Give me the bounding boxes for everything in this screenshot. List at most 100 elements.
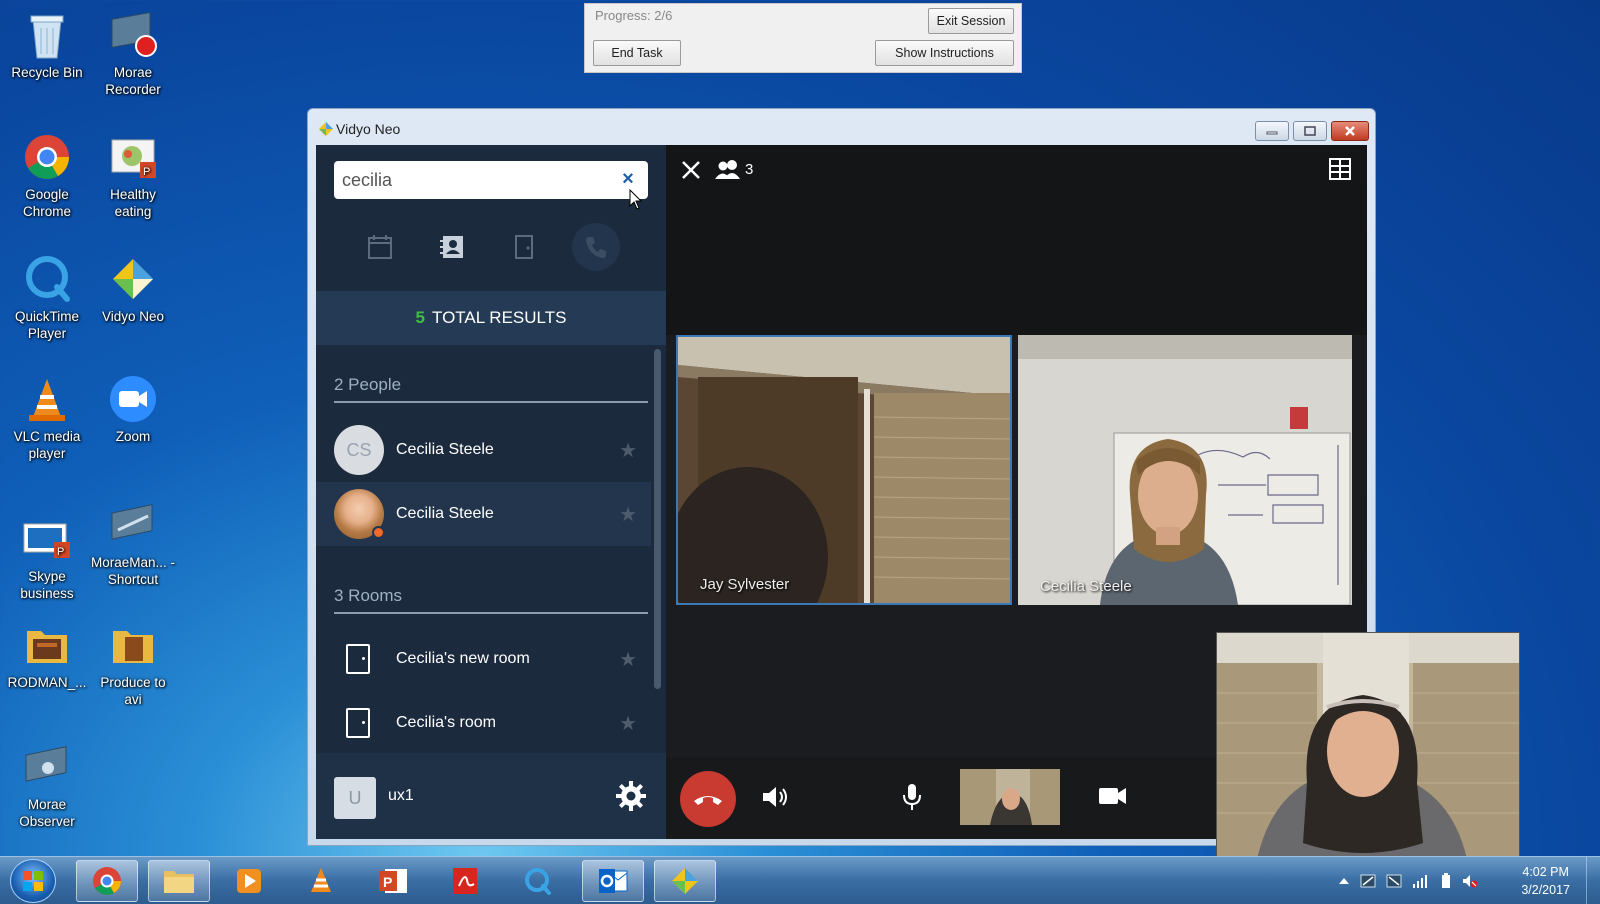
taskbar-outlook[interactable] <box>582 860 644 902</box>
self-preview-thumbnail[interactable] <box>960 769 1060 825</box>
desktop-icon-moraeman-shortcut[interactable]: MoraeMan... - Shortcut <box>90 500 176 588</box>
vidyo-neo-icon <box>672 868 698 894</box>
sidebar-scrollbar[interactable] <box>654 349 661 689</box>
tab-calls[interactable] <box>572 223 620 271</box>
maximize-button[interactable] <box>1293 121 1327 141</box>
power-icon[interactable] <box>1438 873 1454 889</box>
call-top-bar: 3 <box>666 145 1367 335</box>
tray-expand-icon[interactable] <box>1336 873 1352 889</box>
desktop-icon-label: Healthy eating <box>110 187 156 219</box>
list-item[interactable]: CS Cecilia Steele ★ <box>316 418 651 482</box>
windows-logo-icon <box>23 871 43 891</box>
taskbar-powerpoint[interactable]: P <box>362 860 424 902</box>
favorite-star-icon[interactable]: ★ <box>619 502 637 527</box>
taskbar-quicktime[interactable] <box>506 860 568 902</box>
show-instructions-button[interactable]: Show Instructions <box>875 40 1014 66</box>
taskbar-vlc[interactable] <box>290 860 352 902</box>
taskbar-vidyo-neo[interactable] <box>654 860 716 902</box>
vlc-cone-icon <box>311 868 331 892</box>
desktop-icon-produce-to-avi[interactable]: Produce to avi <box>90 620 176 708</box>
desktop-icon-morae-observer[interactable]: Morae Observer <box>4 742 90 830</box>
exit-session-button[interactable]: Exit Session <box>928 8 1014 34</box>
recycle-bin-icon <box>22 10 72 60</box>
end-call-button[interactable] <box>680 771 736 827</box>
morae-recorder-icon <box>108 10 158 60</box>
speaker-button[interactable] <box>760 783 790 816</box>
settings-gear-icon[interactable] <box>614 779 648 813</box>
desktop-icon-label: Google Chrome <box>22 187 71 219</box>
minimize-button[interactable] <box>1255 121 1289 141</box>
desktop-icon-vidyo-neo[interactable]: Vidyo Neo <box>90 254 176 325</box>
participants-button[interactable]: 3 <box>712 157 753 181</box>
desktop-icon-zoom[interactable]: Zoom <box>90 374 176 445</box>
video-camera-icon <box>1099 788 1126 804</box>
clear-search-button[interactable]: × <box>618 169 638 189</box>
video-tile-jay-sylvester[interactable]: Jay Sylvester <box>676 335 1012 605</box>
user-avatar[interactable]: U <box>334 777 376 819</box>
zoom-icon <box>108 374 158 424</box>
tab-rooms[interactable] <box>500 223 548 271</box>
close-window-button[interactable] <box>1331 121 1369 141</box>
desktop-icon-morae-recorder[interactable]: Morae Recorder <box>90 10 176 98</box>
desktop-icon-skype-business[interactable]: P Skype business <box>4 514 90 602</box>
desktop-icon-quicktime[interactable]: QuickTime Player <box>4 254 90 342</box>
powerpoint-file-icon: P <box>108 132 158 182</box>
taskbar-acrobat[interactable] <box>434 860 496 902</box>
video-tile-cecilia-steele[interactable]: Cecilia Steele <box>1018 335 1352 605</box>
user-name: ux1 <box>388 787 414 804</box>
favorite-star-icon[interactable]: ★ <box>619 647 637 672</box>
favorite-star-icon[interactable]: ★ <box>619 438 637 463</box>
list-item[interactable]: Cecilia Steele ★ <box>316 482 651 546</box>
search-input[interactable] <box>342 167 602 193</box>
start-button[interactable] <box>10 859 56 903</box>
desktop-icon-label: Skype business <box>20 569 74 601</box>
minimize-icon <box>1266 131 1278 135</box>
total-results-bar: 5 TOTAL RESULTS <box>316 291 666 345</box>
desktop-icon-label: Zoom <box>115 429 151 444</box>
desktop-icon-google-chrome[interactable]: Google Chrome <box>4 132 90 220</box>
tab-contacts[interactable] <box>428 223 476 271</box>
taskbar-chrome[interactable] <box>76 860 138 902</box>
desktop-icon-vlc[interactable]: VLC media player <box>4 374 90 462</box>
participant-name-label: Cecilia Steele <box>1040 578 1132 595</box>
room-name: Cecilia's new room <box>396 650 530 667</box>
room-name: Cecilia's room <box>396 714 496 731</box>
avatar: CS <box>334 425 384 475</box>
speaker-icon <box>763 787 787 807</box>
room-door-icon <box>346 644 370 674</box>
taskbar-media-player[interactable] <box>218 860 280 902</box>
system-clock[interactable]: 4:02 PM 3/2/2017 <box>1521 863 1570 899</box>
list-item[interactable]: Cecilia's room ★ <box>316 691 651 755</box>
grid-layout-icon[interactable] <box>1328 157 1352 181</box>
show-desktop-button[interactable] <box>1586 857 1600 904</box>
tray-morae-manager-icon[interactable] <box>1386 873 1402 889</box>
contacts-icon <box>440 236 463 258</box>
video-feed <box>678 337 1010 603</box>
list-item[interactable]: Cecilia's new room ★ <box>316 627 651 691</box>
tray-morae-icon[interactable] <box>1360 873 1376 889</box>
end-task-button[interactable]: End Task <box>593 40 681 66</box>
vidyo-neo-icon <box>108 254 158 304</box>
powerpoint-file-icon: P <box>22 514 72 564</box>
morae-observer-icon <box>22 742 72 792</box>
chrome-icon <box>93 867 121 895</box>
taskbar-file-explorer[interactable] <box>148 860 210 902</box>
camera-button[interactable] <box>1098 785 1128 812</box>
close-call-view-icon[interactable] <box>680 159 702 181</box>
favorite-star-icon[interactable]: ★ <box>619 711 637 736</box>
people-section-header: 2 People <box>334 375 648 403</box>
volume-muted-icon[interactable] <box>1462 873 1478 889</box>
desktop-icon-healthy-eating[interactable]: P Healthy eating <box>90 132 176 220</box>
desktop-icon-label: Vidyo Neo <box>101 309 165 324</box>
user-footer: U ux1 <box>316 753 666 839</box>
network-signal-icon[interactable] <box>1412 873 1428 889</box>
desktop-icon-recycle-bin[interactable]: Recycle Bin <box>4 10 90 81</box>
desktop-icon-rodman[interactable]: RODMAN_... <box>4 620 90 691</box>
avatar-initials: CS <box>346 439 372 460</box>
contact-name: Cecilia Steele <box>396 441 494 458</box>
self-view-video[interactable] <box>1216 632 1520 858</box>
desktop-icon-label: MoraeMan... - Shortcut <box>90 555 176 587</box>
tab-calendar[interactable] <box>356 223 404 271</box>
pdf-icon <box>453 868 477 894</box>
microphone-button[interactable] <box>900 781 924 818</box>
